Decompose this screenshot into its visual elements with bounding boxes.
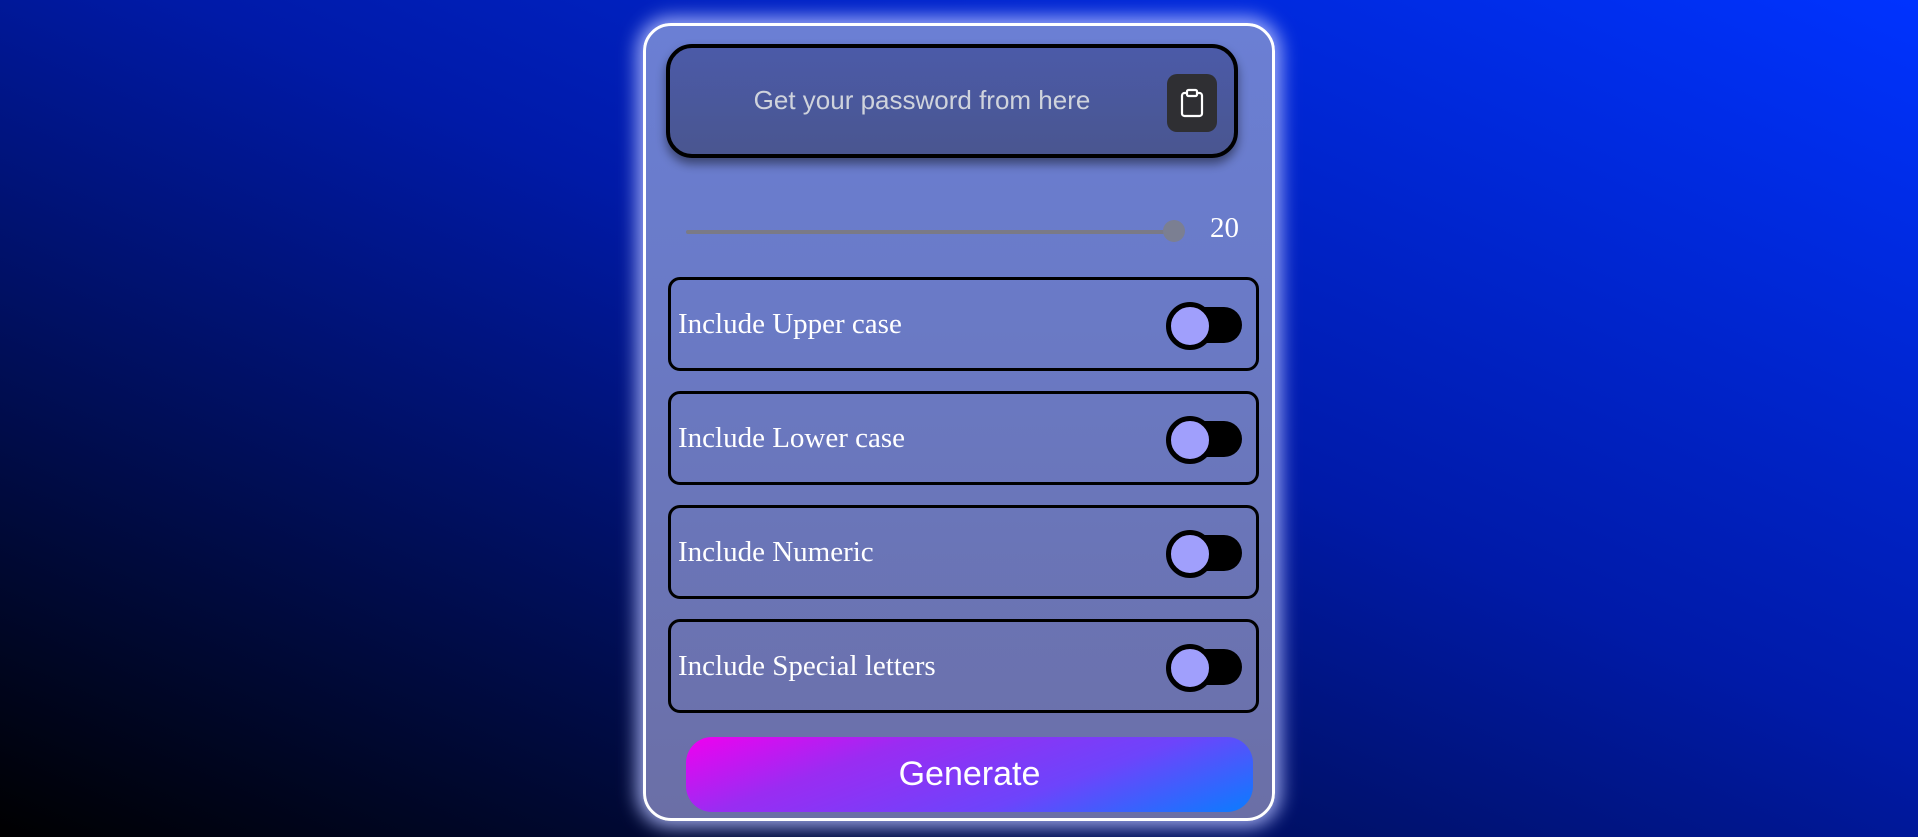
option-upper-case: Include Upper case [668, 277, 1259, 371]
generate-button[interactable]: Generate [686, 737, 1253, 812]
length-value: 20 [1210, 212, 1239, 244]
toggle-numeric[interactable] [1166, 530, 1242, 578]
length-slider-thumb[interactable] [1163, 220, 1185, 242]
toggle-knob [1166, 644, 1214, 692]
option-label: Include Numeric [678, 536, 874, 568]
toggle-knob [1166, 416, 1214, 464]
option-label: Include Lower case [678, 422, 906, 454]
option-label: Include Special letters [678, 650, 936, 682]
toggle-upper-case[interactable] [1166, 302, 1242, 350]
option-numeric: Include Numeric [668, 505, 1259, 599]
clipboard-icon [1180, 88, 1204, 118]
option-lower-case: Include Lower case [668, 391, 1259, 485]
password-output-box [666, 44, 1238, 158]
toggle-special-letters[interactable] [1166, 644, 1242, 692]
length-slider-track[interactable] [686, 230, 1174, 234]
option-special-letters: Include Special letters [668, 619, 1259, 713]
password-output-field[interactable] [710, 74, 1134, 126]
copy-button[interactable] [1167, 74, 1217, 132]
toggle-knob [1166, 302, 1214, 350]
toggle-lower-case[interactable] [1166, 416, 1242, 464]
option-label: Include Upper case [678, 308, 902, 340]
toggle-knob [1166, 530, 1214, 578]
password-generator-card: 20 Include Upper case Include Lower case… [643, 23, 1275, 821]
length-slider-row: 20 [686, 206, 1246, 246]
